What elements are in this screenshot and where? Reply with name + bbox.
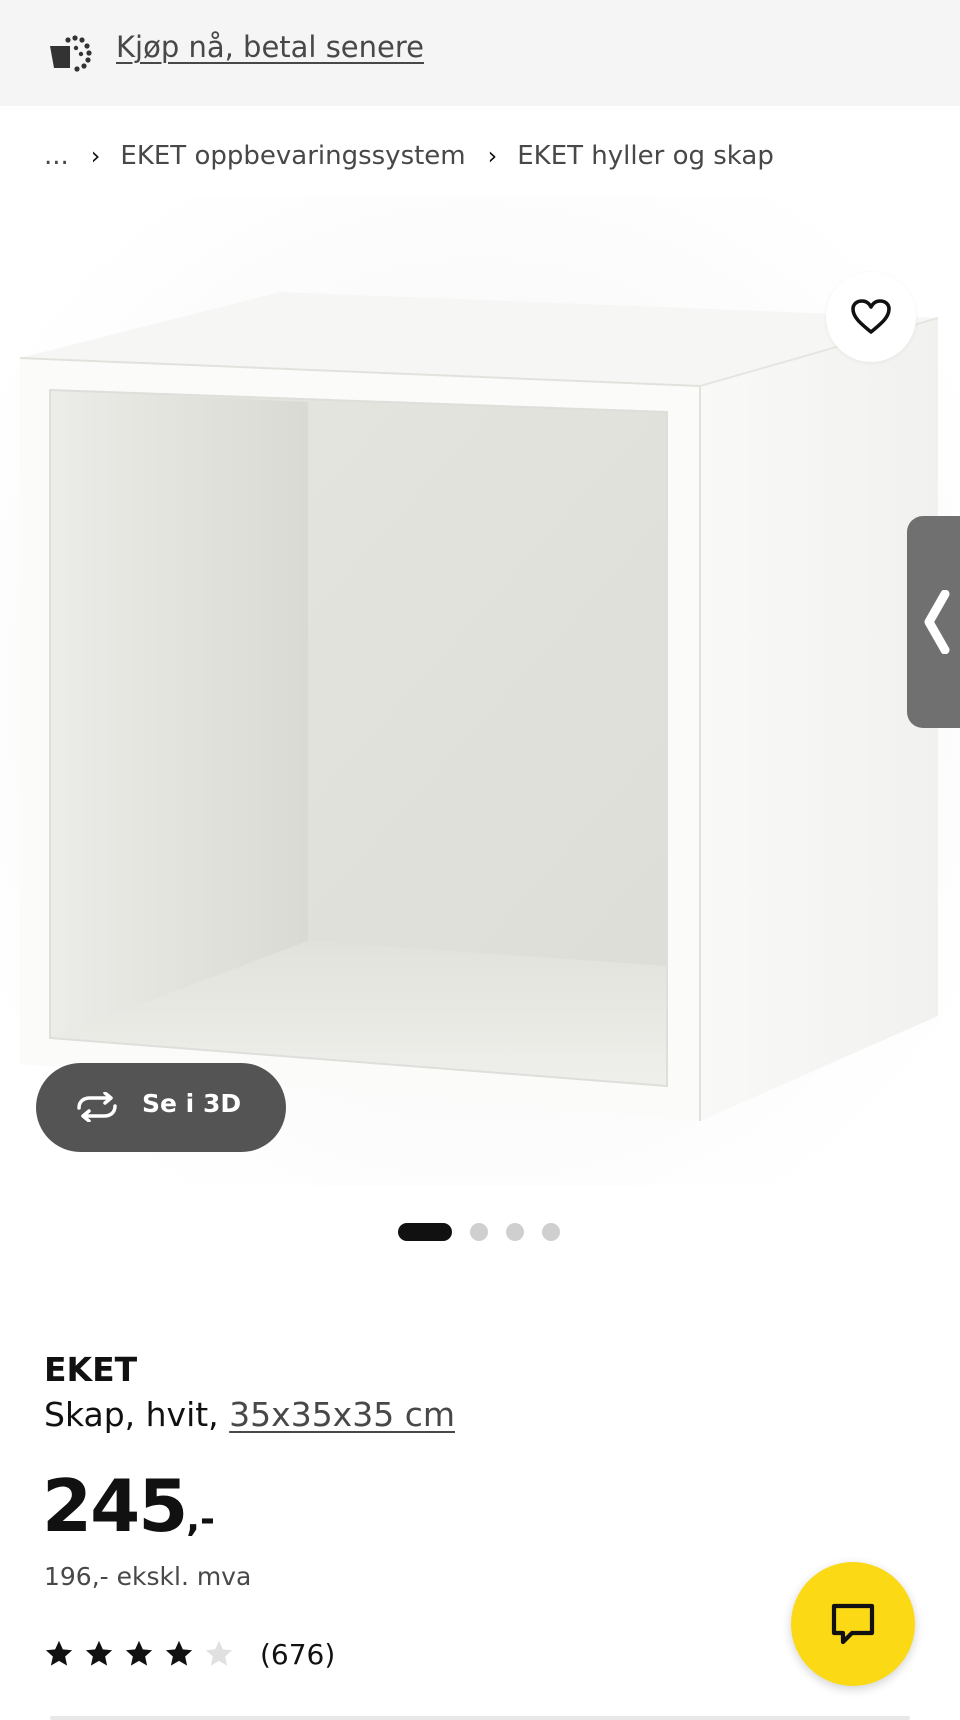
breadcrumb: ... › EKET oppbevaringssystem › EKET hyl… [44,136,774,176]
chevron-right-icon: › [487,142,498,170]
star-empty-icon [205,1640,233,1666]
breadcrumb-item-eket-storage[interactable]: EKET oppbevaringssystem [120,141,465,171]
carousel-dot[interactable] [470,1223,488,1241]
product-description: Skap, hvit, 35x35x35 cm [44,1395,455,1434]
product-brand: EKET [44,1350,138,1389]
view-in-3d-button[interactable]: Se i 3D [36,1063,286,1152]
side-panel-tab[interactable] [907,516,960,728]
product-image-gallery[interactable]: Se i 3D [0,196,960,1186]
product-size-link[interactable]: 35x35x35 cm [229,1395,455,1434]
heart-icon [851,299,891,334]
view-in-3d-label: Se i 3D [142,1089,242,1118]
star-filled-icon [85,1640,113,1666]
star-filled-icon [125,1640,153,1666]
chevron-left-icon [924,590,950,654]
star-filled-icon [45,1640,73,1666]
carousel-dot[interactable] [506,1223,524,1241]
buy-now-pay-later-link[interactable]: Kjøp nå, betal senere [116,30,424,64]
product-type: Skap, hvit, [44,1395,230,1434]
product-rating[interactable]: (676) [44,1634,335,1674]
buy-now-pay-later-icon [50,35,92,72]
product-price: 245,- [42,1464,215,1548]
chevron-right-icon: › [90,142,101,170]
price-main: 245 [42,1464,188,1548]
price-suffix: ,- [186,1499,215,1540]
breadcrumb-item-eket-shelves[interactable]: EKET hyller og skap [517,141,774,171]
carousel-dot[interactable] [542,1223,560,1241]
chat-button[interactable] [791,1562,915,1686]
top-banner: Kjøp nå, betal senere [0,0,960,106]
favorite-button[interactable] [826,272,916,362]
review-count[interactable]: (676) [260,1638,335,1671]
next-section-edge [50,1716,910,1720]
carousel-dot-active[interactable] [398,1223,452,1241]
price-excluding-vat: 196,- ekskl. mva [44,1562,252,1591]
product-image [0,196,960,1186]
star-filled-icon [165,1640,193,1666]
rotate-3d-icon [77,1092,117,1122]
breadcrumb-ellipsis[interactable]: ... [44,141,69,171]
chat-bubble-icon [831,1603,875,1645]
